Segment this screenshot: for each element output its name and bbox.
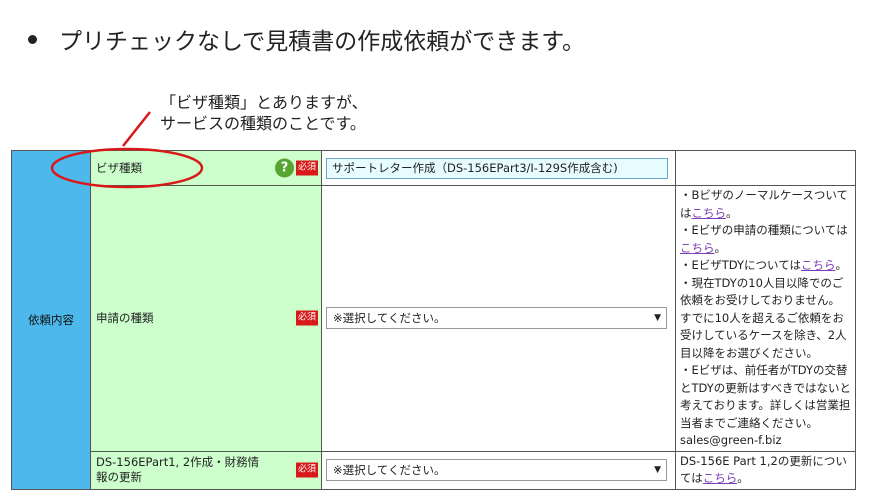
- link-e-visa-application-types[interactable]: こちら: [680, 241, 715, 255]
- note-cell-empty: [675, 150, 856, 186]
- application-type-select[interactable]: ※選択してください。 ▼: [326, 307, 667, 330]
- note-text: 。: [835, 258, 847, 272]
- field-badges: 必須: [295, 310, 318, 326]
- note-text: ・EビザTDYについては: [680, 258, 801, 272]
- note-ds156e-update: DS-156E Part 1,2の更新についてはこちら。: [680, 453, 851, 488]
- dropdown-arrow-icon: ▼: [654, 465, 661, 475]
- field-label-visa-type: ビザ種類 ? 必須: [90, 150, 322, 186]
- field-label-application-type: 申請の種類 必須: [90, 185, 322, 452]
- form-row-ds156e-update: DS-156EPart1, 2作成・財務情報の更新 必須 ※選択してください。 ▼…: [12, 450, 856, 490]
- help-icon[interactable]: ?: [274, 158, 294, 178]
- field-badges: 必須: [295, 462, 318, 478]
- note-cell-application-type: ・Bビザのノーマルケースついてはこちら。 ・Eビザの申請の種類についてはこちら。…: [675, 185, 856, 452]
- link-b-visa-normal[interactable]: こちら: [692, 206, 727, 220]
- visa-type-field[interactable]: サポートレター作成（DS-156EPart3/I-129S作成含む): [326, 157, 668, 179]
- field-label-text: DS-156EPart1, 2作成・財務情報の更新: [96, 455, 260, 484]
- dropdown-arrow-icon: ▼: [654, 313, 661, 324]
- note-b-visa: ・Bビザのノーマルケースついてはこちら。: [680, 187, 851, 222]
- page-heading: プリチェックなしで見積書の作成依頼ができます。: [28, 22, 585, 56]
- link-e-visa-tdy[interactable]: こちら: [801, 258, 836, 272]
- form-row-visa-type: 依頼内容 ビザ種類 ? 必須 サポートレター作成（DS-156EPart3/I-…: [11, 150, 856, 490]
- note-text: 。: [714, 240, 727, 255]
- field-badges: ? 必須: [274, 158, 318, 178]
- callout-line-1: 「ビザ種類」とありますが、: [160, 93, 368, 112]
- required-badge: 必須: [295, 462, 318, 478]
- field-label-text: 申請の種類: [96, 310, 154, 325]
- page-heading-text: プリチェックなしで見積書の作成依頼ができます。: [59, 29, 586, 55]
- field-cell-application-type: ※選択してください。 ▼: [321, 185, 676, 452]
- field-cell-visa-type: サポートレター作成（DS-156EPart3/I-129S作成含む): [321, 150, 676, 186]
- link-ds156e-update[interactable]: こちら: [703, 471, 738, 485]
- note-text: 。: [737, 471, 749, 485]
- callout-note: 「ビザ種類」とありますが、 サービスの種類のことです。: [160, 92, 368, 134]
- required-badge: 必須: [295, 160, 318, 176]
- note-e-visa-types: ・Eビザの申請の種類についてはこちら。: [680, 222, 851, 257]
- note-e-visa-predecessor: ・Eビザは、前任者がTDYの交替とTDYの更新はすべきではないと考えております。…: [680, 363, 851, 430]
- field-label-text: ビザ種類: [96, 160, 142, 175]
- select-value: ※選択してください。: [333, 311, 446, 326]
- field-cell-ds156e-update: ※選択してください。 ▼: [321, 450, 676, 490]
- request-form-table: 依頼内容 ビザ種類 ? 必須 サポートレター作成（DS-156EPart3/I-…: [11, 150, 856, 490]
- note-text: ・Eビザの申請の種類については: [680, 223, 848, 237]
- callout-pointer-line: [122, 111, 151, 147]
- note-email: sales@green-f.biz: [680, 433, 782, 447]
- form-row-application-type: 申請の種類 必須 ※選択してください。 ▼ ・Bビザのノーマルケースついてはこちら…: [12, 185, 856, 452]
- note-e-visa-tdy: ・EビザTDYについてはこちら。: [680, 257, 851, 275]
- ds156e-update-select[interactable]: ※選択してください。 ▼: [326, 459, 667, 481]
- callout-line-2: サービスの種類のことです。: [160, 114, 366, 133]
- section-label: 依頼内容: [11, 150, 91, 490]
- select-value: ※選択してください。: [333, 463, 446, 477]
- field-label-ds156e-update: DS-156EPart1, 2作成・財務情報の更新 必須: [90, 450, 322, 490]
- required-badge: 必須: [295, 310, 318, 326]
- note-tdy-limit: ・現在TDYの10人目以降でのご依頼をお受けしておりません。すでに10人を超える…: [680, 275, 847, 360]
- note-text: 。: [726, 205, 738, 220]
- note-cell-ds156e: DS-156E Part 1,2の更新についてはこちら。: [675, 450, 856, 490]
- bullet-icon: [28, 35, 37, 44]
